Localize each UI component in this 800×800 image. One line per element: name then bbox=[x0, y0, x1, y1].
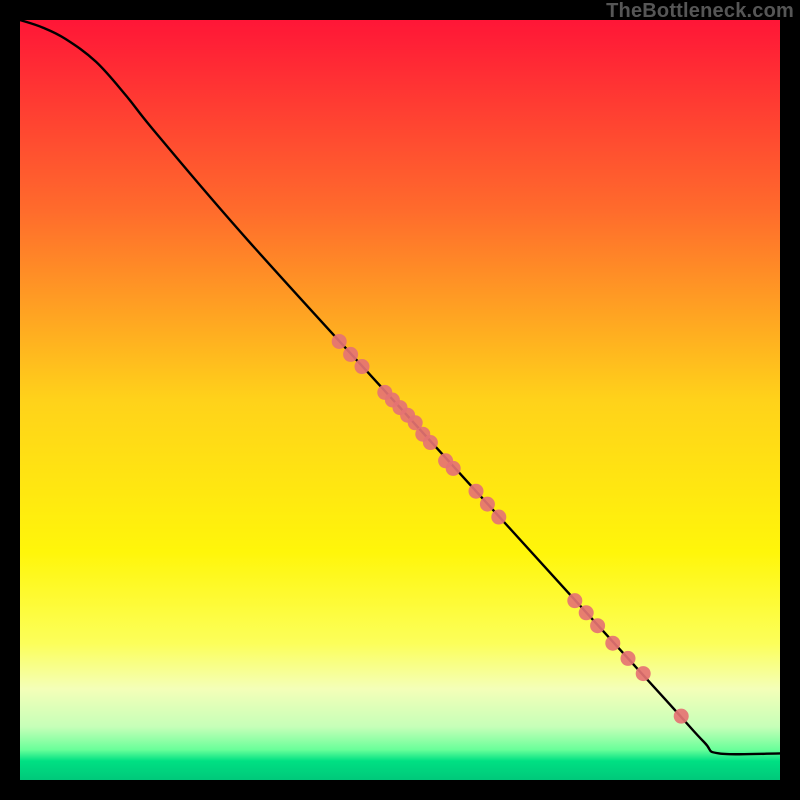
data-point bbox=[446, 461, 461, 476]
data-point bbox=[332, 334, 347, 349]
data-point bbox=[491, 510, 506, 525]
data-point bbox=[674, 709, 689, 724]
data-point bbox=[579, 605, 594, 620]
data-point bbox=[567, 593, 582, 608]
data-point bbox=[636, 666, 651, 681]
data-point bbox=[423, 435, 438, 450]
data-point bbox=[343, 347, 358, 362]
data-point bbox=[480, 497, 495, 512]
data-point bbox=[590, 618, 605, 633]
data-point bbox=[469, 484, 484, 499]
bottleneck-chart bbox=[20, 20, 780, 780]
data-point bbox=[621, 651, 636, 666]
data-point bbox=[355, 359, 370, 374]
data-point bbox=[605, 636, 620, 651]
chart-frame: TheBottleneck.com bbox=[0, 0, 800, 800]
gradient-background bbox=[20, 20, 780, 780]
